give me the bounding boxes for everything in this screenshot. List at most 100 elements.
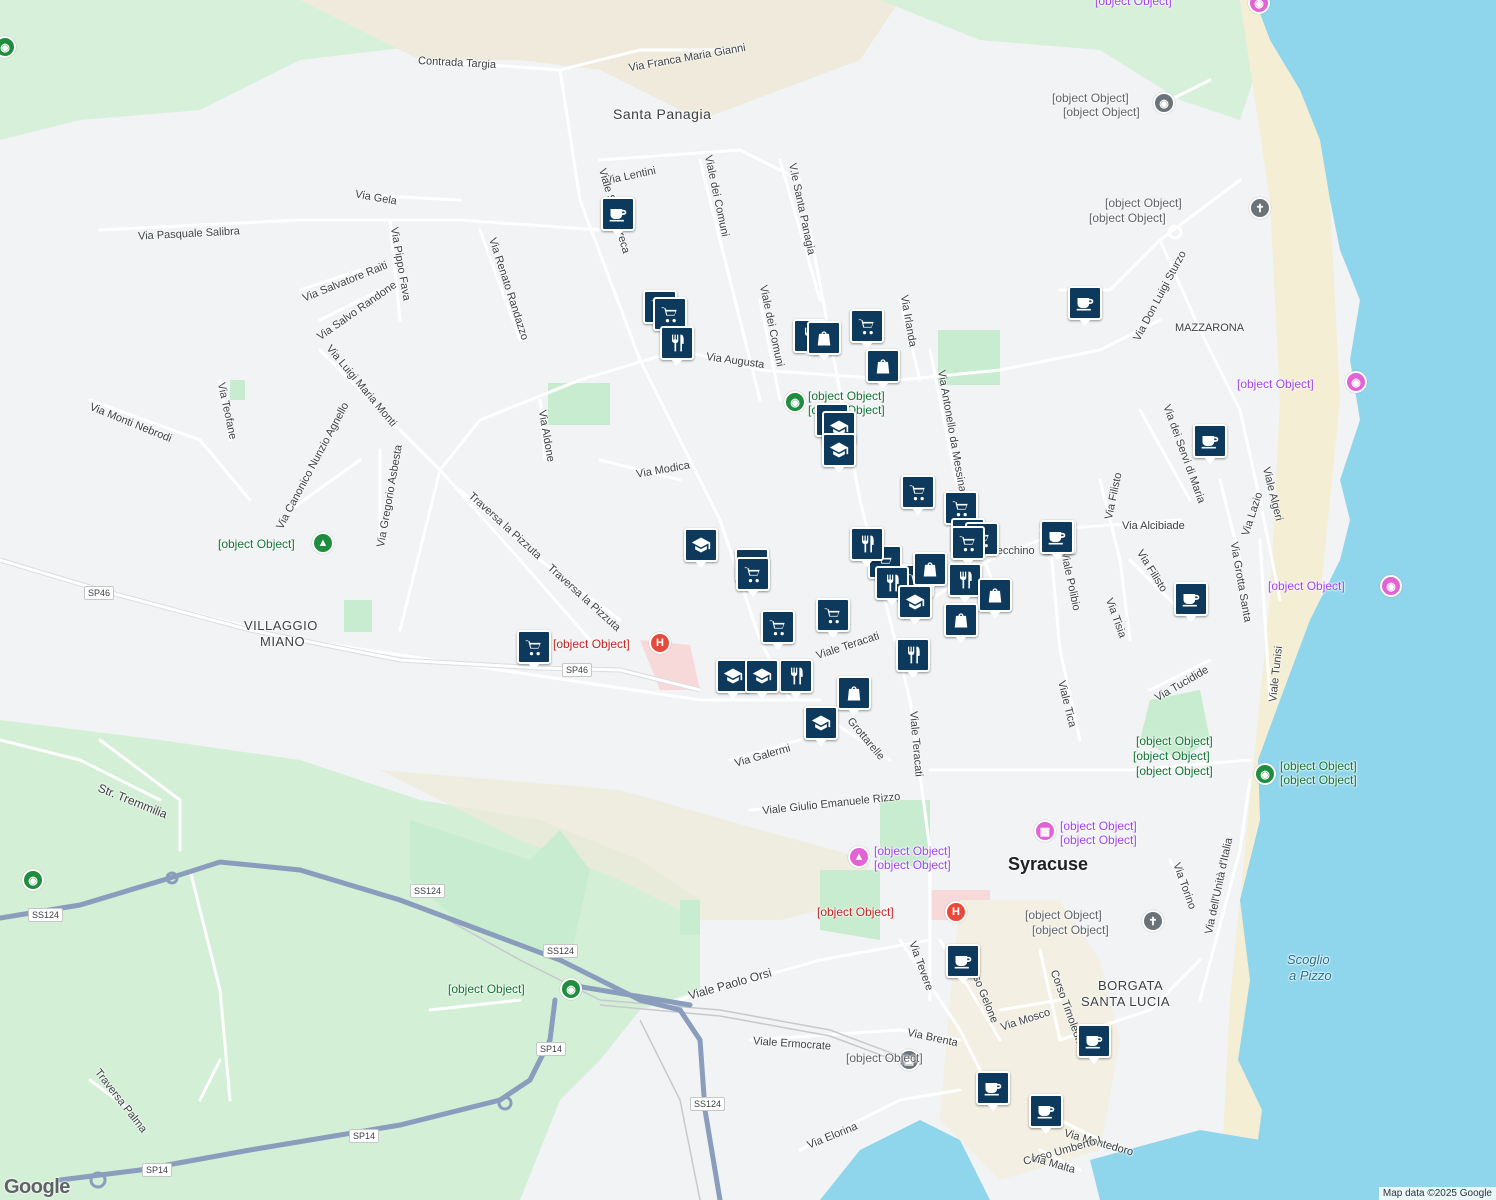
- restaurant-marker[interactable]: [779, 659, 813, 699]
- poi-label[interactable]: [object Object]: [1060, 834, 1137, 846]
- grocery-marker[interactable]: [761, 610, 795, 650]
- cafe-icon: [1200, 431, 1220, 451]
- school-marker[interactable]: [745, 659, 779, 699]
- restaurant-marker[interactable]: [948, 563, 982, 603]
- grocery-icon: [823, 605, 843, 625]
- poi-label[interactable]: [object Object]: [808, 390, 885, 402]
- cafe-marker[interactable]: [1068, 286, 1102, 326]
- museum-pin[interactable]: ▦: [1034, 820, 1056, 842]
- attraction-pin[interactable]: ◉: [1345, 371, 1367, 393]
- grocery-marker[interactable]: [816, 598, 850, 638]
- city-label-syracuse: Syracuse: [1008, 854, 1089, 874]
- restaurant-marker[interactable]: [850, 527, 884, 567]
- cafe-marker[interactable]: [1193, 424, 1227, 464]
- cafe-icon: [1181, 589, 1201, 609]
- school-icon: [691, 535, 711, 555]
- road-shield: SP14: [142, 1163, 173, 1177]
- cafe-marker[interactable]: [976, 1071, 1010, 1111]
- grocery-marker[interactable]: [736, 557, 770, 597]
- park-3: [344, 600, 372, 632]
- grocery-icon: [768, 617, 788, 637]
- business-pin[interactable]: ◉: [1153, 92, 1175, 114]
- poi-label[interactable]: [object Object]: [1136, 735, 1213, 747]
- poi-label[interactable]: [object Object]: [1095, 0, 1172, 7]
- poi-label[interactable]: [object Object]: [1063, 106, 1140, 118]
- school-marker[interactable]: [822, 433, 856, 473]
- gym-pin[interactable]: ◉: [560, 978, 582, 1000]
- grocery-marker[interactable]: [901, 475, 935, 515]
- school-marker[interactable]: [804, 706, 838, 746]
- restaurant-marker[interactable]: [896, 638, 930, 678]
- map-base: [0, 0, 1496, 1200]
- hospital-pin[interactable]: H: [649, 632, 671, 654]
- poi-label[interactable]: [object Object]: [1032, 924, 1109, 936]
- cafe-marker[interactable]: [601, 197, 635, 237]
- poi-label[interactable]: [object Object]: [553, 638, 630, 650]
- church-pin[interactable]: ✝: [1142, 910, 1164, 932]
- sport-pin[interactable]: ◉: [784, 391, 806, 413]
- poi-label[interactable]: [object Object]: [1060, 820, 1137, 832]
- school-icon: [829, 440, 849, 460]
- attraction-pin[interactable]: ▲: [848, 846, 870, 868]
- poi-label[interactable]: [object Object]: [874, 859, 951, 871]
- grocery-marker[interactable]: [951, 526, 985, 566]
- shopping-marker[interactable]: [837, 676, 871, 716]
- edge-pin[interactable]: ◉: [22, 869, 44, 891]
- poi-label[interactable]: [object Object]: [1280, 774, 1357, 786]
- attraction-pin[interactable]: ◉: [1380, 575, 1402, 597]
- water-label-scoglio: Scoglio: [1287, 952, 1330, 967]
- poi-label[interactable]: [object Object]: [448, 983, 525, 995]
- map-attribution[interactable]: Map data ©2025 Google: [1378, 1187, 1496, 1200]
- church-pin[interactable]: ✝: [1249, 197, 1271, 219]
- park-pin[interactable]: ▲: [312, 532, 334, 554]
- cafe-icon: [983, 1078, 1003, 1098]
- restaurant-marker[interactable]: [660, 326, 694, 366]
- park-pin[interactable]: ◉: [1254, 763, 1276, 785]
- map-canvas[interactable]: Santa Panagia VILLAGGIO MIANO MAZZARONA …: [0, 0, 1496, 1200]
- school-marker[interactable]: [898, 585, 932, 625]
- shopping-marker[interactable]: [978, 578, 1012, 618]
- cafe-marker[interactable]: [1040, 520, 1074, 560]
- road-shield: SS124: [543, 944, 579, 958]
- grocery-marker[interactable]: [517, 630, 551, 670]
- poi-label[interactable]: [object Object]: [846, 1052, 923, 1064]
- shopping-marker[interactable]: [807, 321, 841, 361]
- cafe-marker[interactable]: [1077, 1024, 1111, 1064]
- poi-label[interactable]: [object Object]: [1052, 92, 1129, 104]
- cafe-marker[interactable]: [1174, 582, 1208, 622]
- road-shield: SS124: [690, 1097, 726, 1111]
- area-label-mazzarona: MAZZARONA: [1175, 322, 1245, 334]
- road-shield: SS124: [410, 884, 446, 898]
- grocery-icon: [951, 498, 971, 518]
- poi-label[interactable]: [object Object]: [874, 845, 951, 857]
- poi-label[interactable]: [object Object]: [817, 906, 894, 918]
- poi-label[interactable]: [object Object]: [1089, 212, 1166, 224]
- area-label-santa-lucia: SANTA LUCIA: [1081, 994, 1171, 1009]
- grocery-marker[interactable]: [850, 309, 884, 349]
- school-marker[interactable]: [684, 528, 718, 568]
- poi-label[interactable]: [object Object]: [218, 538, 295, 550]
- cafe-marker[interactable]: [946, 944, 980, 984]
- shopping-marker[interactable]: [866, 349, 900, 389]
- poi-label[interactable]: [object Object]: [1280, 760, 1357, 772]
- grocery-icon: [958, 533, 978, 553]
- cafe-icon: [1075, 293, 1095, 313]
- area-label-borgata: BORGATA: [1098, 978, 1164, 993]
- hospital-pin[interactable]: H: [945, 901, 967, 923]
- cafe-marker[interactable]: [1029, 1094, 1063, 1134]
- school-icon: [811, 713, 831, 733]
- shopping-marker[interactable]: [913, 552, 947, 592]
- poi-label[interactable]: [object Object]: [1105, 197, 1182, 209]
- poi-label[interactable]: [object Object]: [1136, 765, 1213, 777]
- shopping-icon: [873, 356, 893, 376]
- poi-label[interactable]: [object Object]: [1025, 909, 1102, 921]
- area-label-villaggio: VILLAGGIO: [244, 618, 318, 633]
- park-9: [230, 380, 245, 400]
- restaurant-icon: [857, 534, 877, 554]
- poi-label[interactable]: [object Object]: [1133, 750, 1210, 762]
- poi-label[interactable]: [object Object]: [1268, 580, 1345, 592]
- street-label: Via Alcibiade: [1122, 520, 1185, 532]
- poi-label[interactable]: [object Object]: [1237, 378, 1314, 390]
- shopping-marker[interactable]: [944, 603, 978, 643]
- grocery-icon: [660, 304, 680, 324]
